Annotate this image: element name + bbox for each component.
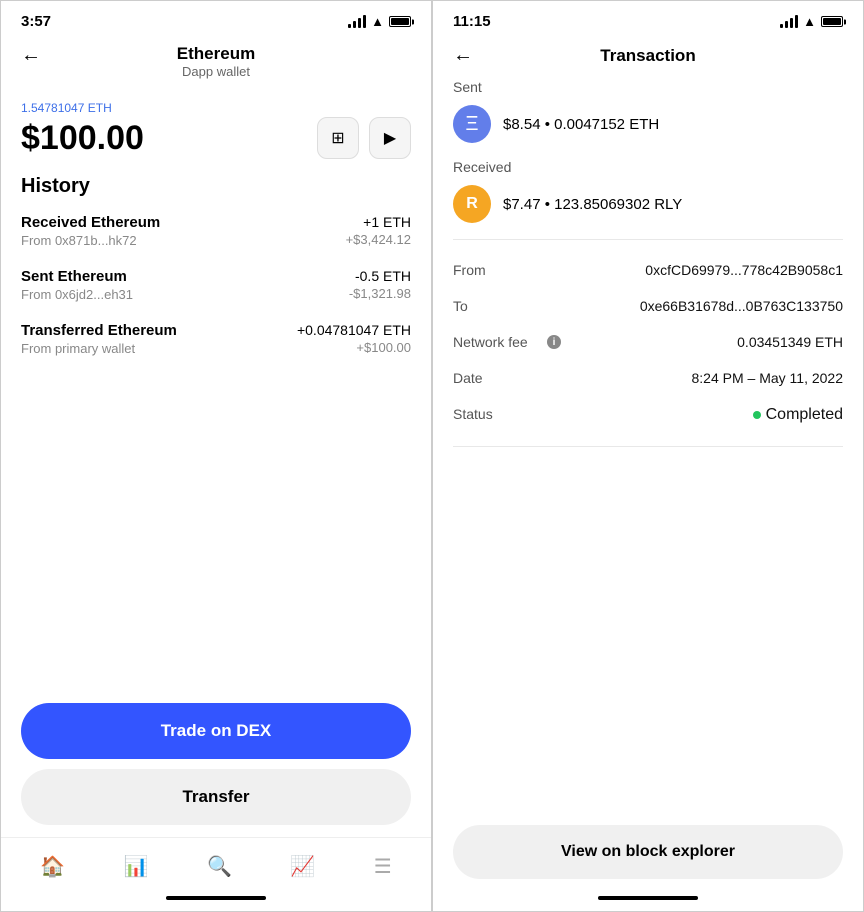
signal-icon-right [780, 15, 798, 28]
sent-block: Sent Ξ $8.54 • 0.0047152 ETH [453, 79, 843, 143]
date-value: 8:24 PM – May 11, 2022 [692, 370, 844, 386]
sent-label: Sent [453, 79, 843, 95]
bottom-nav: 🏠 📊 🔍 📈 ☰ [1, 837, 431, 891]
left-phone: 3:57 ▲ ← Ethereum Dapp wallet 1.54781047… [0, 0, 432, 912]
table-row[interactable]: Sent Ethereum From 0x6jd2...eh31 -0.5 ET… [21, 268, 411, 302]
to-label: To [453, 298, 543, 314]
home-bar-left [1, 891, 431, 911]
battery-icon [389, 16, 411, 27]
transfer-button[interactable]: Transfer [21, 769, 411, 825]
eth-balance: 1.54781047 ETH [21, 101, 411, 115]
tx-usd-0: +$3,424.12 [346, 232, 411, 247]
home-icon: 🏠 [40, 854, 65, 879]
received-block: Received R $7.47 • 123.85069302 RLY [453, 159, 843, 223]
field-date: Date 8:24 PM – May 11, 2022 [453, 360, 843, 396]
sent-amount: $8.54 • 0.0047152 ETH [503, 116, 659, 133]
search-icon: 🔍 [207, 854, 232, 879]
tx-crypto-2: +0.04781047 ETH [297, 322, 411, 338]
tx-from-1: From 0x6jd2...eh31 [21, 287, 133, 302]
block-explorer-button[interactable]: View on block explorer [453, 825, 843, 879]
time-right: 11:15 [453, 13, 491, 30]
bottom-buttons: Trade on DEX Transfer [1, 687, 431, 837]
page-subtitle-left: Dapp wallet [182, 64, 250, 79]
tx-name-1: Sent Ethereum [21, 268, 133, 285]
network-fee-value: 0.03451349 ETH [737, 334, 843, 350]
nav-activity[interactable]: 📈 [278, 848, 327, 885]
portfolio-icon: 📊 [124, 854, 149, 879]
history-section: History Received Ethereum From 0x871b...… [1, 175, 431, 687]
table-row[interactable]: Transferred Ethereum From primary wallet… [21, 322, 411, 356]
to-value: 0xe66B31678d...0B763C133750 [640, 298, 843, 314]
tx-from-0: From 0x871b...hk72 [21, 233, 160, 248]
tx-crypto-1: -0.5 ETH [349, 268, 411, 284]
status-text: Completed [766, 406, 843, 424]
qr-icon: ⊞ [331, 128, 344, 148]
sent-coin-row: Ξ $8.54 • 0.0047152 ETH [453, 105, 843, 143]
tx-from-2: From primary wallet [21, 341, 177, 356]
nav-home[interactable]: 🏠 [28, 848, 77, 885]
table-row[interactable]: Received Ethereum From 0x871b...hk72 +1 … [21, 214, 411, 248]
tx-detail-section: Sent Ξ $8.54 • 0.0047152 ETH Received R … [433, 79, 863, 813]
status-bar-left: 3:57 ▲ [1, 1, 431, 36]
divider-1 [453, 239, 843, 240]
page-title-left: Ethereum [177, 44, 255, 64]
status-icons-right: ▲ [780, 14, 843, 29]
page-title-right: Transaction [483, 46, 813, 66]
send-button[interactable]: ▶ [369, 117, 411, 159]
send-icon: ▶ [384, 128, 396, 148]
wifi-icon: ▲ [371, 14, 384, 29]
menu-icon: ☰ [374, 854, 392, 879]
field-from: From 0xcfCD69979...778c42B9058c1 [453, 252, 843, 288]
back-button-left[interactable]: ← [21, 44, 41, 67]
right-bottom: View on block explorer [433, 813, 863, 891]
status-bar-right: 11:15 ▲ [433, 1, 863, 36]
home-indicator-right [598, 896, 698, 900]
info-icon: i [547, 335, 561, 349]
received-amount: $7.47 • 123.85069302 RLY [503, 196, 682, 213]
status-value: Completed [753, 406, 843, 424]
balance-actions: ⊞ ▶ [317, 117, 411, 159]
usd-balance-row: $100.00 ⊞ ▶ [21, 117, 411, 159]
tx-usd-1: -$1,321.98 [349, 286, 411, 301]
rly-coin-icon: R [453, 185, 491, 223]
from-label: From [453, 262, 543, 278]
field-network-fee: Network fee i 0.03451349 ETH [453, 324, 843, 360]
status-dot [753, 411, 761, 419]
usd-balance: $100.00 [21, 119, 144, 158]
received-label: Received [453, 159, 843, 175]
field-status: Status Completed [453, 396, 843, 434]
qr-code-button[interactable]: ⊞ [317, 117, 359, 159]
home-bar-right [433, 891, 863, 911]
tx-crypto-0: +1 ETH [346, 214, 411, 230]
history-title: History [21, 175, 411, 198]
time-left: 3:57 [21, 13, 51, 30]
tx-name-0: Received Ethereum [21, 214, 160, 231]
from-value: 0xcfCD69979...778c42B9058c1 [645, 262, 843, 278]
status-label: Status [453, 406, 543, 422]
back-button-right[interactable]: ← [453, 44, 473, 67]
battery-icon-right [821, 16, 843, 27]
nav-search[interactable]: 🔍 [195, 848, 244, 885]
right-header: ← Transaction [433, 36, 863, 79]
activity-icon: 📈 [290, 854, 315, 879]
status-icons-left: ▲ [348, 14, 411, 29]
nav-portfolio[interactable]: 📊 [112, 848, 161, 885]
signal-icon [348, 15, 366, 28]
field-to: To 0xe66B31678d...0B763C133750 [453, 288, 843, 324]
right-phone: 11:15 ▲ ← Transaction Sent Ξ [432, 0, 864, 912]
balance-section: 1.54781047 ETH $100.00 ⊞ ▶ [1, 91, 431, 175]
tx-name-2: Transferred Ethereum [21, 322, 177, 339]
received-coin-row: R $7.47 • 123.85069302 RLY [453, 185, 843, 223]
divider-2 [453, 446, 843, 447]
tx-usd-2: +$100.00 [297, 340, 411, 355]
trade-dex-button[interactable]: Trade on DEX [21, 703, 411, 759]
wifi-icon-right: ▲ [803, 14, 816, 29]
date-label: Date [453, 370, 543, 386]
nav-menu[interactable]: ☰ [362, 848, 404, 885]
network-fee-label: Network fee [453, 334, 543, 350]
home-indicator-left [166, 896, 266, 900]
left-header: ← Ethereum Dapp wallet [1, 36, 431, 91]
eth-coin-icon: Ξ [453, 105, 491, 143]
